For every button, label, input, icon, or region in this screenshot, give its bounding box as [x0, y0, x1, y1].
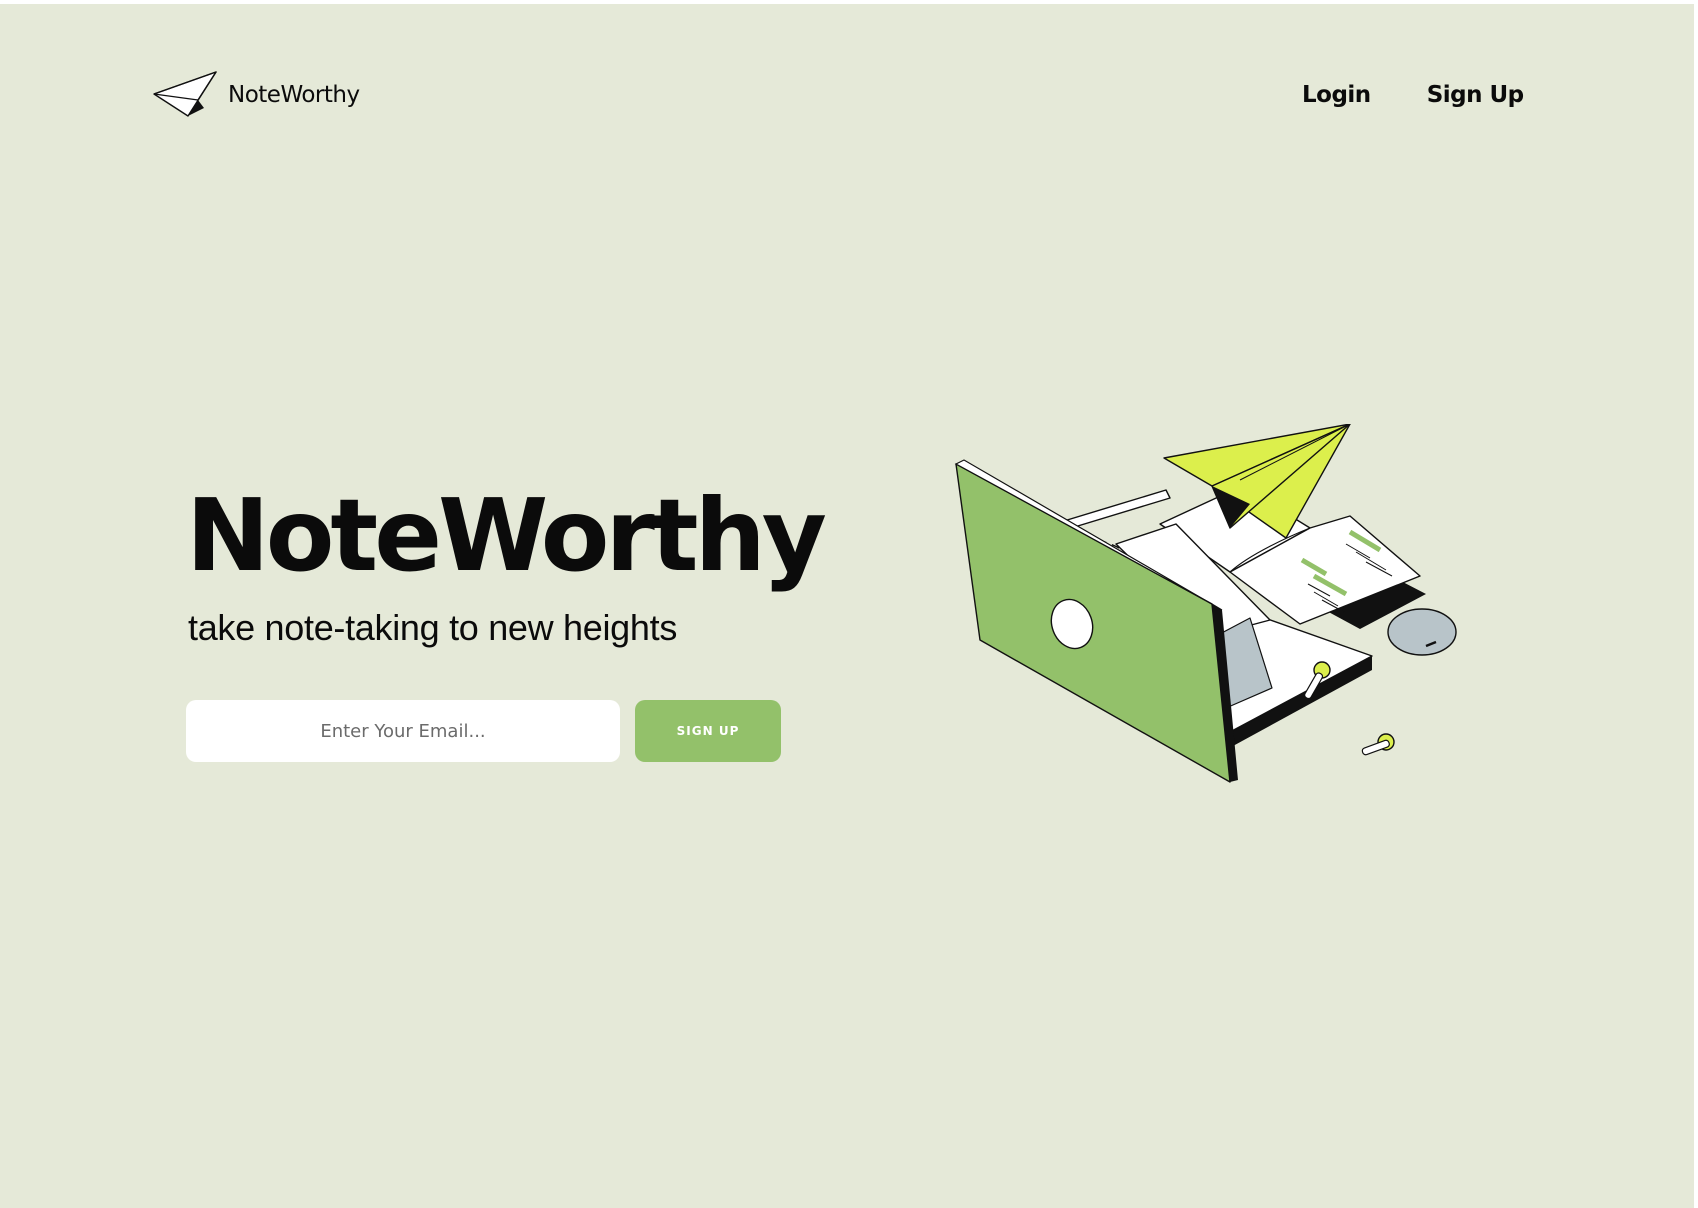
- hero-title: NoteWorthy: [186, 477, 827, 594]
- laptop-paper-plane-illustration: [930, 424, 1490, 854]
- mouse-icon: [1387, 608, 1457, 656]
- brand-logo[interactable]: NoteWorthy: [152, 70, 360, 120]
- laptop-icon: [954, 459, 1373, 783]
- paper-plane-icon: [152, 70, 218, 120]
- brand-name: NoteWorthy: [228, 82, 360, 108]
- signup-button[interactable]: SIGN UP: [635, 700, 781, 762]
- signup-link[interactable]: Sign Up: [1427, 82, 1524, 108]
- landing-page: NoteWorthy Login Sign Up NoteWorthy take…: [0, 4, 1694, 1208]
- hero-subtitle: take note-taking to new heights: [188, 607, 678, 648]
- login-link[interactable]: Login: [1302, 82, 1371, 108]
- top-nav: Login Sign Up: [1302, 82, 1524, 108]
- email-input[interactable]: [186, 700, 620, 762]
- signup-form: SIGN UP: [186, 700, 781, 762]
